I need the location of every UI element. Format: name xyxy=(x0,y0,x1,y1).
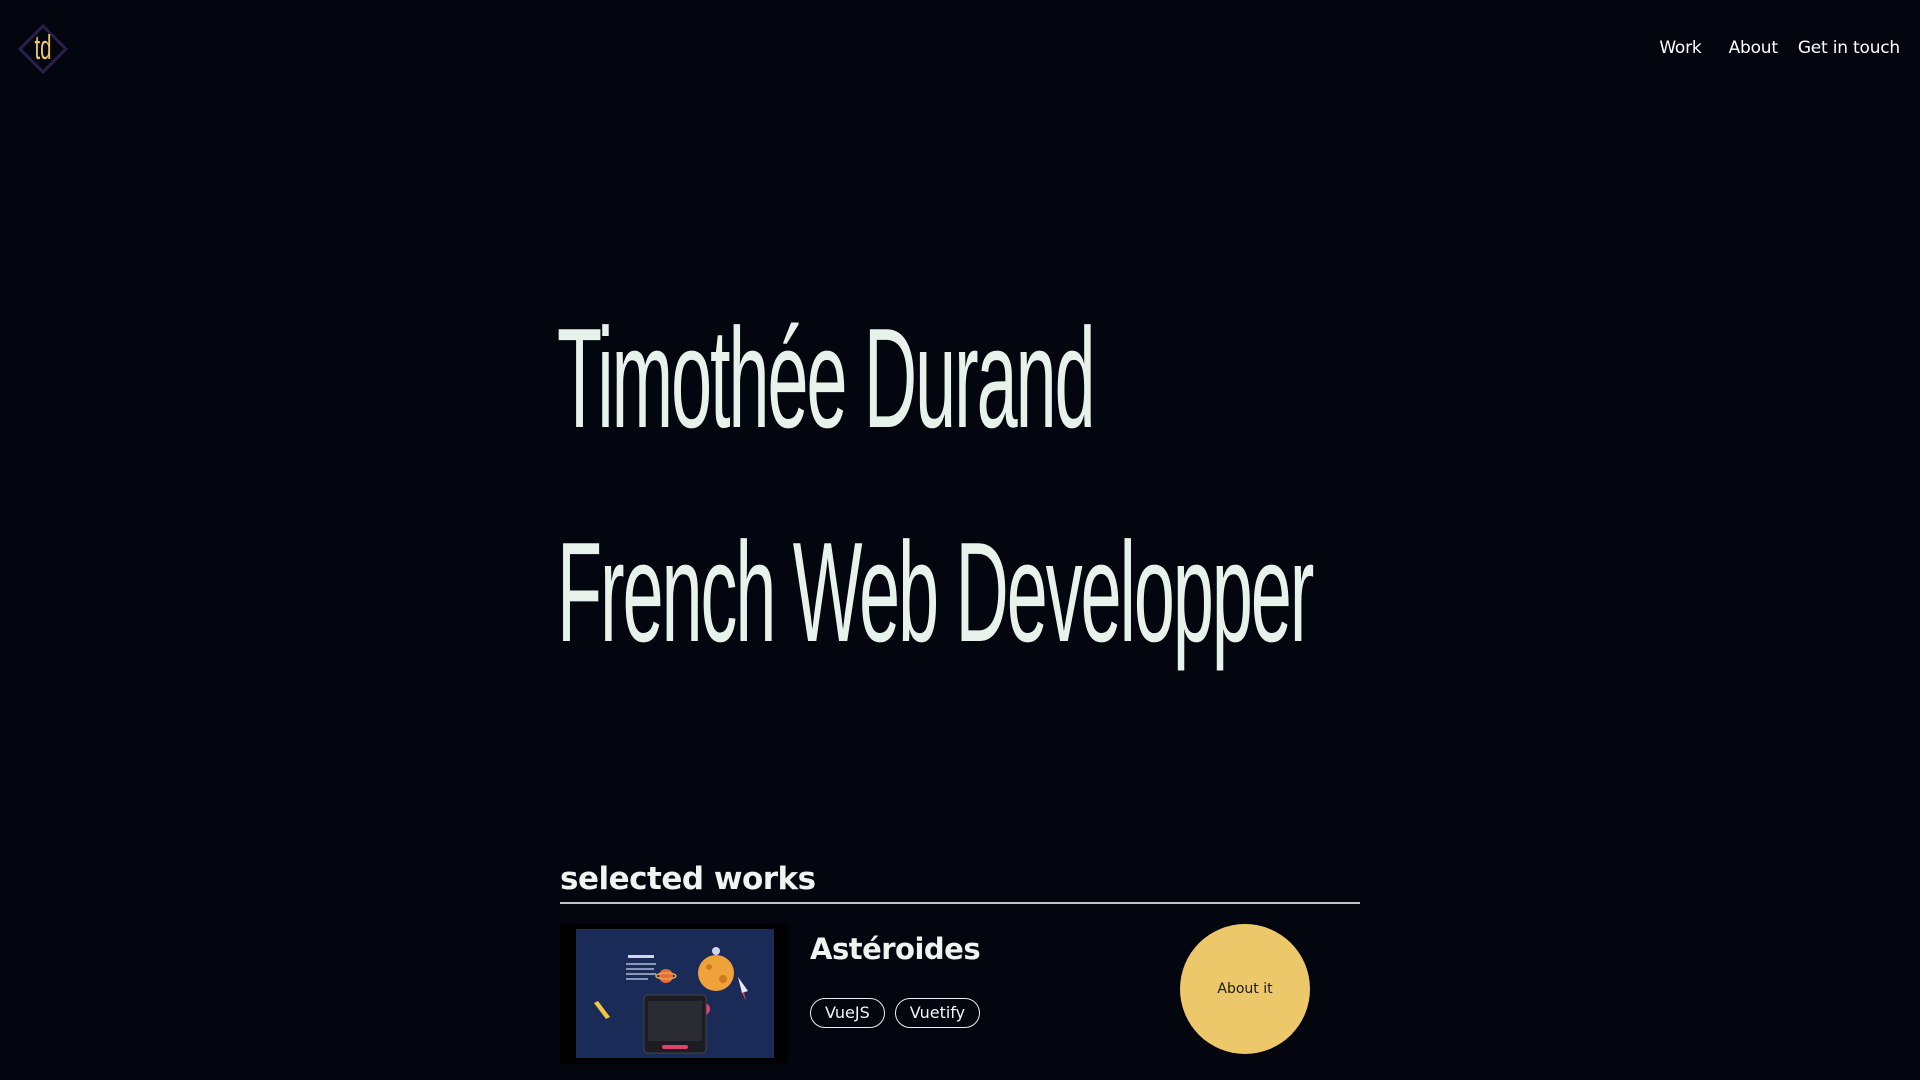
tag-vuetify: Vuetify xyxy=(894,998,981,1028)
work-title[interactable]: Astéroides xyxy=(810,932,981,966)
tag-vuejs: VueJS xyxy=(810,998,885,1028)
selected-works-heading: selected works xyxy=(560,861,816,897)
nav-link-about[interactable]: About xyxy=(1729,38,1778,58)
work-thumbnail[interactable] xyxy=(560,924,788,1064)
hero-name: Timothée Durand xyxy=(557,299,1096,458)
about-it-button[interactable]: About it xyxy=(1180,924,1310,1054)
site-logo[interactable]: td xyxy=(18,24,68,74)
nav-link-get-in-touch[interactable]: Get in touch xyxy=(1798,38,1900,58)
selected-works-section: selected works Astéroides VueJS Vuetify … xyxy=(560,860,1360,1064)
work-item: Astéroides VueJS Vuetify About it xyxy=(560,924,1360,1064)
tech-tags: VueJS Vuetify xyxy=(810,998,981,1028)
hero-role: French Web Developper xyxy=(557,513,1314,672)
logo-text: td xyxy=(34,29,51,67)
nav-link-work[interactable]: Work xyxy=(1659,38,1701,58)
logo-mark-icon: td xyxy=(18,24,68,74)
portfolio-page: td Work About Get in touch Timothée Dura… xyxy=(0,0,1920,1080)
section-divider xyxy=(560,902,1360,904)
project-screenshot-image xyxy=(576,929,774,1058)
asteroids-illustration-icon xyxy=(594,947,748,1054)
main-nav: Work About Get in touch xyxy=(1659,38,1900,58)
